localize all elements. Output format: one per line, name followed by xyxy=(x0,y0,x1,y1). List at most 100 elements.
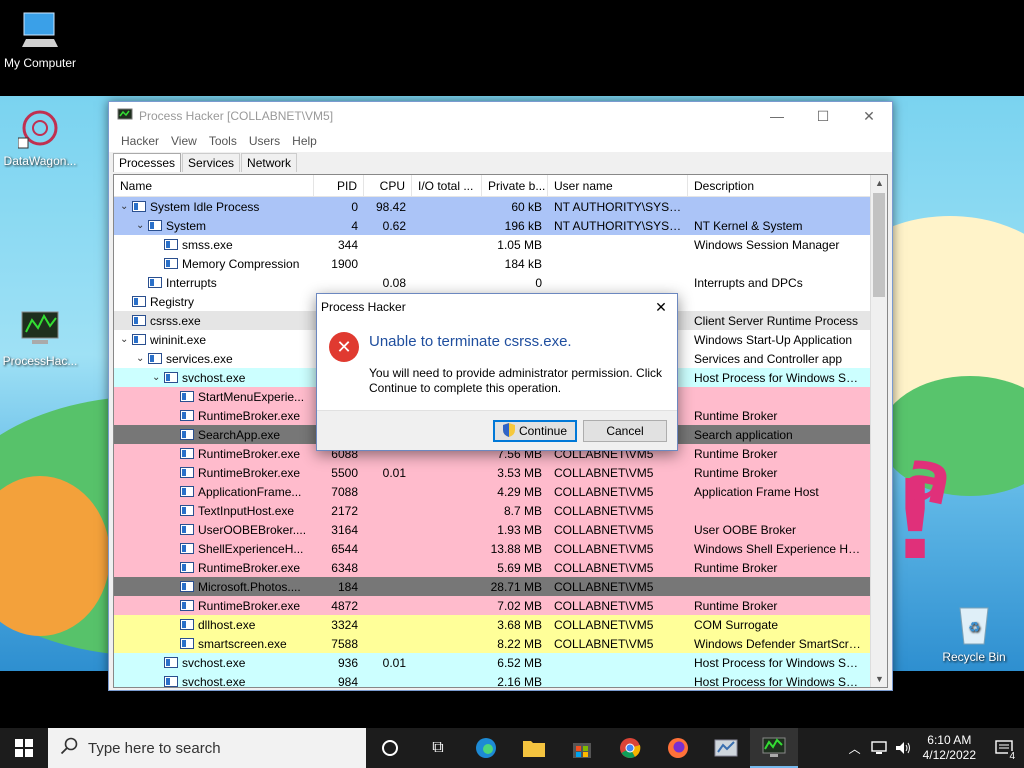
process-row[interactable]: svchost.exe 984 2.16 MB Host Process for Wi… xyxy=(114,672,887,687)
task-view-button[interactable] xyxy=(366,728,414,768)
taskbar-file-explorer[interactable] xyxy=(510,728,558,768)
menu-tools[interactable]: Tools xyxy=(203,134,243,148)
process-row[interactable]: RuntimeBroker.exe 5500 0.01 3.53 MB COLLABNE… xyxy=(114,463,887,482)
expand-toggle-icon[interactable]: ⌄ xyxy=(136,353,148,364)
clock-date: 4/12/2022 xyxy=(922,748,976,762)
svg-text:♻: ♻ xyxy=(968,619,981,635)
process-row[interactable]: ⌄ System 4 0.62 196 kB NT AUTHORITY\SYSTEM NT … xyxy=(114,216,887,235)
menu-hacker[interactable]: Hacker xyxy=(115,134,165,148)
close-button[interactable]: ✕ xyxy=(846,102,892,130)
process-row[interactable]: RuntimeBroker.exe 6348 5.69 MB COLLABNET\VM… xyxy=(114,558,887,577)
vertical-scrollbar[interactable]: ▲ ▼ xyxy=(870,175,887,687)
process-description: Windows Defender SmartScre... xyxy=(694,636,866,651)
firefox-icon xyxy=(668,738,688,758)
taskbar-app[interactable] xyxy=(702,728,750,768)
process-cpu: 0.01 xyxy=(382,465,406,480)
show-hidden-icons-button[interactable]: ︿ xyxy=(843,728,867,768)
notification-count-badge: 4 xyxy=(1008,751,1016,762)
clock[interactable]: 6:10 AM 4/12/2022 xyxy=(915,733,984,763)
action-center-button[interactable]: 4 xyxy=(984,728,1024,768)
process-user: COLLABNET\VM5 xyxy=(554,484,654,499)
taskbar-search-box[interactable]: Type here to search xyxy=(48,728,366,768)
error-dialog: Process Hacker ✕ ✕ Unable to terminate c… xyxy=(316,293,678,451)
menu-view[interactable]: View xyxy=(165,134,203,148)
tab-services[interactable]: Services xyxy=(182,153,241,172)
process-user: NT AUTHORITY\SYSTEM xyxy=(554,218,688,233)
minimize-button[interactable]: — xyxy=(754,102,800,130)
column-header-io[interactable]: I/O total ... xyxy=(412,175,482,196)
task-view-button[interactable]: ⧉ xyxy=(414,728,462,768)
process-description: Services and Controller app xyxy=(694,351,843,366)
volume-button[interactable] xyxy=(891,728,915,768)
process-cpu: 0.08 xyxy=(382,275,406,290)
process-pid: 5500 xyxy=(331,465,358,480)
column-header-private-bytes[interactable]: Private b... xyxy=(482,175,548,196)
process-name-cell: ⌄ svchost.exe xyxy=(114,371,314,385)
process-name: services.exe xyxy=(166,351,233,366)
process-name: RuntimeBroker.exe xyxy=(198,446,301,461)
process-description: Search application xyxy=(694,427,793,442)
taskbar-store[interactable] xyxy=(558,728,606,768)
process-row[interactable]: svchost.exe 936 0.01 6.52 MB Host Process fo… xyxy=(114,653,887,672)
desktop-icon-processhacker[interactable]: ProcessHac... xyxy=(0,306,80,368)
process-private-bytes: 8.22 MB xyxy=(497,636,542,651)
process-row[interactable]: UserOOBEBroker.... 3164 1.93 MB COLLABNET\V… xyxy=(114,520,887,539)
window-titlebar[interactable]: Process Hacker [COLLABNET\VM5] — ☐ ✕ xyxy=(109,102,892,130)
dialog-titlebar[interactable]: Process Hacker xyxy=(317,294,677,320)
scrollbar-thumb[interactable] xyxy=(873,193,885,297)
datawagon-icon xyxy=(16,106,64,150)
menu-users[interactable]: Users xyxy=(243,134,286,148)
expand-toggle-icon[interactable]: ⌄ xyxy=(120,334,132,345)
process-user: NT AUTHORITY\SYSTEM xyxy=(554,199,688,214)
process-row[interactable]: RuntimeBroker.exe 4872 7.02 MB COLLABNET\VM… xyxy=(114,596,887,615)
scroll-down-icon[interactable]: ▼ xyxy=(871,671,887,687)
desktop-icon-recycle-bin[interactable]: ♻ Recycle Bin xyxy=(934,602,1014,664)
process-description: NT Kernel & System xyxy=(694,218,803,233)
system-tray: ︿ 6:10 AM 4/12/2022 4 xyxy=(843,728,1024,768)
process-name: wininit.exe xyxy=(150,332,207,347)
cancel-button[interactable]: Cancel xyxy=(583,420,667,442)
tab-processes[interactable]: Processes xyxy=(113,153,182,172)
process-row[interactable]: Microsoft.Photos.... 184 28.71 MB COLLABNET… xyxy=(114,577,887,596)
menu-help[interactable]: Help xyxy=(286,134,323,148)
process-row[interactable]: ⌄ System Idle Process 0 98.42 60 kB NT AUTHOR… xyxy=(114,197,887,216)
column-header-pid[interactable]: PID xyxy=(314,175,364,196)
taskbar-edge[interactable] xyxy=(462,728,510,768)
taskbar-chrome[interactable] xyxy=(606,728,654,768)
process-icon xyxy=(132,315,146,326)
taskbar-firefox[interactable] xyxy=(654,728,702,768)
column-header-name[interactable]: Name xyxy=(114,175,314,196)
dialog-close-button[interactable]: ✕ xyxy=(645,294,677,320)
process-row[interactable]: Interrupts 0.08 0 Interrupts and DPCs xyxy=(114,273,887,292)
expand-toggle-icon[interactable]: ⌄ xyxy=(152,372,164,383)
scroll-up-icon[interactable]: ▲ xyxy=(871,175,887,191)
expand-toggle-icon[interactable]: ⌄ xyxy=(120,201,132,212)
process-pid: 3164 xyxy=(331,522,358,537)
process-icon xyxy=(148,353,162,364)
process-private-bytes: 60 kB xyxy=(511,199,542,214)
process-row[interactable]: ShellExperienceH... 6544 13.88 MB COLLABNET… xyxy=(114,539,887,558)
column-header-cpu[interactable]: CPU xyxy=(364,175,412,196)
column-header-user-name[interactable]: User name xyxy=(548,175,688,196)
process-row[interactable]: smss.exe 344 1.05 MB Windows Session Manage… xyxy=(114,235,887,254)
process-description: COM Surrogate xyxy=(694,617,779,632)
process-row[interactable]: smartscreen.exe 7588 8.22 MB COLLABNET\VM5 W… xyxy=(114,634,887,653)
process-row[interactable]: ApplicationFrame... 7088 4.29 MB COLLABNET\… xyxy=(114,482,887,501)
tab-network[interactable]: Network xyxy=(241,153,298,172)
desktop-icon-datawagon[interactable]: DataWagon... xyxy=(0,106,80,168)
process-name: RuntimeBroker.exe xyxy=(198,465,301,480)
process-row[interactable]: Memory Compression 1900 184 kB xyxy=(114,254,887,273)
desktop-icon-my-computer[interactable]: My Computer xyxy=(0,8,80,70)
process-description: Client Server Runtime Process xyxy=(694,313,859,328)
taskbar-processhacker[interactable] xyxy=(750,728,798,768)
processhacker-icon xyxy=(16,306,64,350)
column-header-description[interactable]: Description xyxy=(688,175,868,196)
process-row[interactable]: TextInputHost.exe 2172 8.7 MB COLLABNET\VM5 xyxy=(114,501,887,520)
network-button[interactable] xyxy=(867,728,891,768)
process-row[interactable]: dllhost.exe 3324 3.68 MB COLLABNET\VM5 COM S… xyxy=(114,615,887,634)
start-button[interactable] xyxy=(0,728,48,768)
continue-button[interactable]: Continue xyxy=(493,420,577,442)
expand-toggle-icon[interactable]: ⌄ xyxy=(136,220,148,231)
process-name: svchost.exe xyxy=(182,655,246,670)
maximize-button[interactable]: ☐ xyxy=(800,102,846,130)
